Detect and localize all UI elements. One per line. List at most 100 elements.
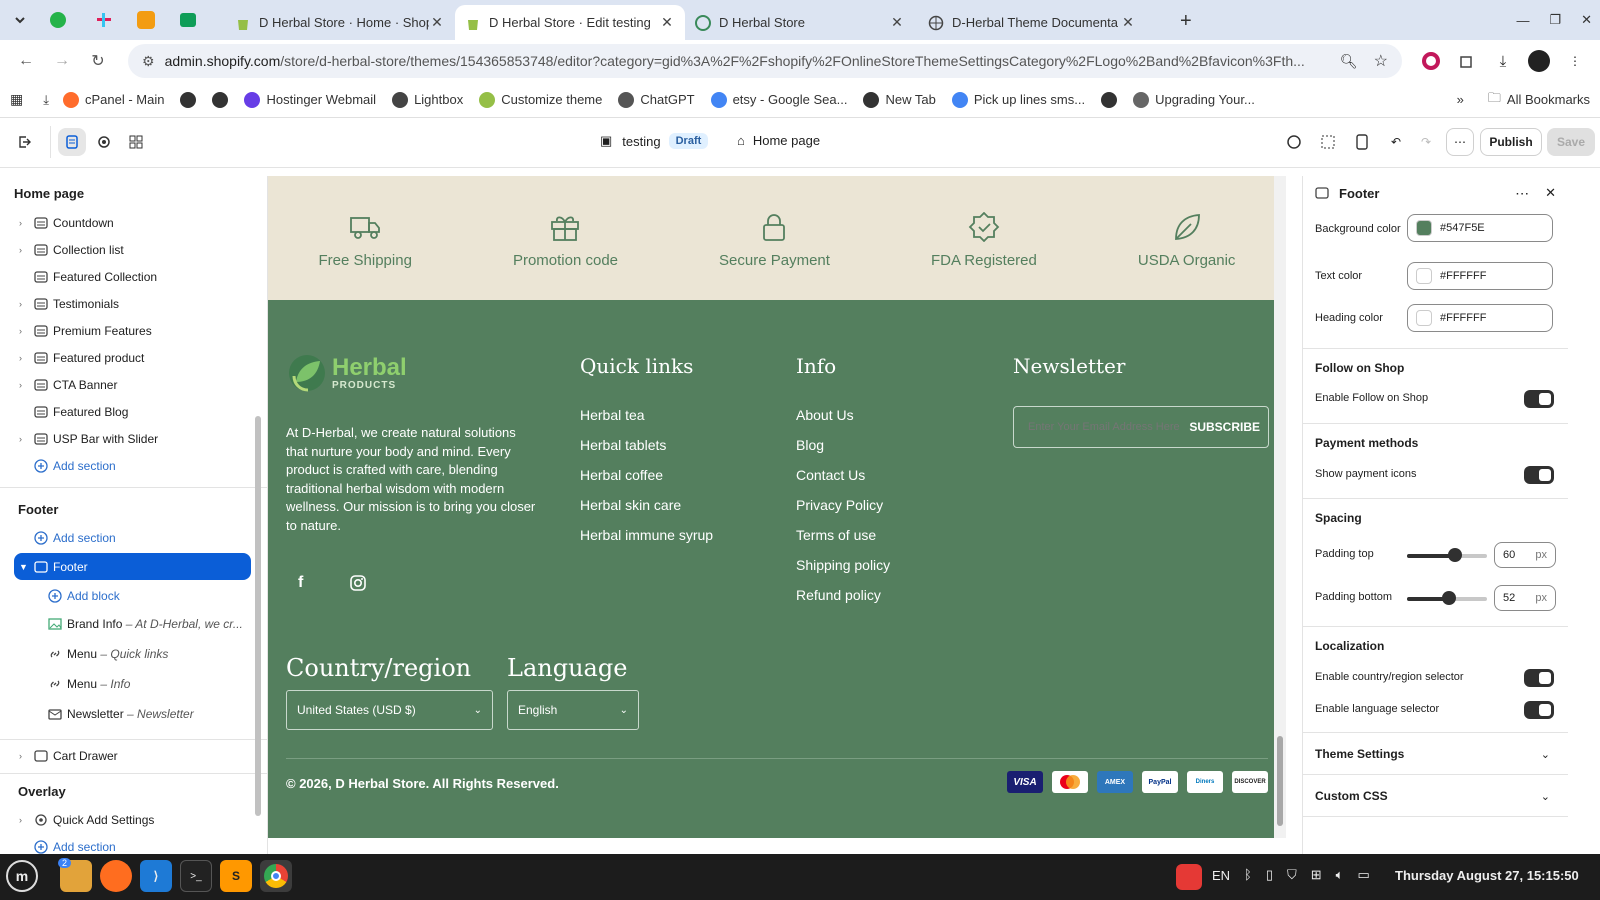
padding-bottom-input[interactable]: 52 px — [1494, 585, 1556, 611]
more-icon[interactable]: ⋯ — [1515, 185, 1529, 202]
mobile-icon[interactable] — [1348, 128, 1376, 156]
close-icon[interactable]: ✕ — [429, 14, 445, 31]
padding-top-slider[interactable] — [1407, 548, 1487, 562]
tab-edit-testing[interactable]: D Herbal Store · Edit testing ✕ — [455, 5, 685, 40]
theme-settings-accordion[interactable]: Theme Settings ⌄ — [1315, 742, 1556, 766]
download-bookmark-icon[interactable]: ⤓ — [43, 92, 49, 108]
address-bar[interactable]: ⚙ admin.shopify.com/store/d-herbal-store… — [128, 44, 1402, 78]
subscribe-button[interactable]: SUBSCRIBE — [1189, 420, 1260, 434]
chevron-right-icon[interactable]: › — [19, 245, 29, 255]
clock[interactable]: Thursday August 27, 15:15:50 — [1395, 868, 1579, 883]
section-item[interactable]: › Collection list — [0, 236, 267, 263]
chevron-down-icon[interactable]: ▼ — [19, 562, 29, 572]
block-item[interactable]: Brand Info – At D-Herbal, we cr... — [0, 609, 267, 639]
apps-icon[interactable]: ▦ — [10, 91, 23, 108]
all-bookmarks-button[interactable]: 🗀 All Bookmarks — [1488, 89, 1590, 111]
redo-icon[interactable]: ↷ — [1412, 128, 1440, 156]
payment-toggle[interactable] — [1524, 466, 1554, 484]
back-icon[interactable]: ← — [10, 45, 42, 77]
vscode-icon[interactable]: ⟩ — [140, 860, 172, 892]
section-quick-add[interactable]: › Quick Add Settings — [0, 806, 267, 833]
tab-search-button[interactable] — [8, 8, 32, 32]
add-section-button[interactable]: Add section — [0, 452, 267, 479]
sublime-icon[interactable]: S — [220, 860, 252, 892]
more-bookmarks-icon[interactable]: » — [1457, 92, 1464, 107]
close-icon[interactable]: ✕ — [1120, 14, 1136, 31]
whatsapp-icon[interactable] — [46, 8, 70, 32]
close-icon[interactable]: ✕ — [889, 14, 905, 31]
color-swatch[interactable] — [1416, 220, 1432, 236]
bg-color-input[interactable]: #547F5E — [1407, 214, 1553, 242]
anydesk-icon[interactable] — [1176, 864, 1202, 890]
block-item[interactable]: Menu – Quick links — [0, 639, 267, 669]
window-close-icon[interactable]: ✕ — [1581, 12, 1592, 28]
reload-icon[interactable]: ↻ — [82, 45, 114, 77]
follow-toggle[interactable] — [1524, 390, 1554, 408]
bookmark-item[interactable]: Customize theme — [479, 91, 602, 108]
section-item[interactable]: Featured Collection — [0, 263, 267, 290]
bookmark-item[interactable] — [1101, 91, 1123, 108]
publish-button[interactable]: Publish — [1480, 128, 1542, 156]
footer-link[interactable]: Herbal skin care — [580, 497, 713, 516]
apps-blocks-icon[interactable] — [122, 128, 150, 156]
bookmark-item[interactable] — [212, 91, 234, 108]
country-selector-toggle[interactable] — [1524, 669, 1554, 687]
instagram-icon[interactable] — [350, 575, 366, 591]
section-item[interactable]: › Countdown — [0, 210, 267, 236]
section-footer[interactable]: ▼ Footer — [14, 553, 251, 580]
left-scrollbar[interactable] — [255, 416, 261, 816]
start-menu-icon[interactable]: m — [6, 860, 38, 892]
zoom-icon[interactable]: 🔍︎ — [1340, 53, 1358, 70]
country-select[interactable]: United States (USD $) ⌄ — [286, 690, 493, 730]
add-footer-section-button[interactable]: Add section — [0, 524, 267, 551]
bookmark-item[interactable] — [180, 91, 202, 108]
terminal-icon[interactable]: >_ — [180, 860, 212, 892]
footer-link[interactable]: About Us — [796, 407, 890, 426]
preview-scrollbar[interactable] — [1274, 176, 1286, 838]
undo-icon[interactable]: ↶ — [1382, 128, 1410, 156]
tab-store-home[interactable]: D Herbal Store · Home · Shop ✕ — [225, 5, 455, 40]
sheets-icon[interactable] — [176, 8, 200, 32]
custom-css-accordion[interactable]: Custom CSS ⌄ — [1315, 784, 1556, 808]
bluetooth-icon[interactable]: ᛒ — [1244, 867, 1252, 883]
volume-icon[interactable]: 🔈︎ — [1336, 867, 1344, 883]
email-input[interactable] — [1028, 421, 1190, 433]
page-selector[interactable]: ⌂ Home page — [737, 133, 820, 148]
chevron-right-icon[interactable]: › — [19, 299, 29, 309]
shield-icon[interactable]: ⛉ — [1287, 867, 1297, 883]
chevron-right-icon[interactable]: › — [19, 434, 29, 444]
footer-link[interactable]: Blog — [796, 437, 890, 456]
color-swatch[interactable] — [1416, 268, 1432, 284]
settings-gear-icon[interactable] — [90, 128, 118, 156]
section-item[interactable]: Featured Blog — [0, 398, 267, 425]
section-item[interactable]: › Testimonials — [0, 290, 267, 317]
footer-link[interactable]: Herbal tablets — [580, 437, 713, 456]
new-tab-button[interactable]: + — [1180, 10, 1192, 33]
block-item[interactable]: Menu – Info — [0, 669, 267, 699]
puzzle-icon[interactable] — [1452, 46, 1482, 76]
bookmark-item[interactable]: Lightbox — [392, 91, 463, 108]
bookmark-star-icon[interactable]: ☆ — [1374, 51, 1388, 71]
tab-d-herbal-store[interactable]: D Herbal Store ✕ — [685, 5, 915, 40]
minimize-icon[interactable]: — — [1516, 13, 1529, 28]
extension-icon[interactable] — [1416, 46, 1446, 76]
heading-color-input[interactable]: #FFFFFF — [1407, 304, 1553, 332]
chevron-right-icon[interactable]: › — [19, 751, 29, 761]
block-item[interactable]: Newsletter – Newsletter — [0, 699, 267, 729]
chrome-icon[interactable] — [260, 860, 292, 892]
keyboard-layout[interactable]: EN — [1212, 868, 1230, 883]
bookmark-item[interactable]: New Tab — [863, 91, 936, 108]
avatar[interactable] — [1524, 46, 1554, 76]
network-icon[interactable]: ⊞ — [1311, 867, 1322, 883]
footer-link[interactable]: Shipping policy — [796, 557, 890, 576]
section-item[interactable]: › USP Bar with Slider — [0, 425, 267, 452]
bookmark-item[interactable]: cPanel - Main — [62, 91, 164, 108]
more-options-icon[interactable]: ⋯ — [1446, 128, 1474, 156]
bookmark-item[interactable]: Pick up lines sms... — [951, 91, 1085, 108]
brand-logo[interactable]: Herbal PRODUCTS — [286, 352, 536, 394]
chevron-right-icon[interactable]: › — [19, 380, 29, 390]
slider-handle[interactable] — [1448, 548, 1462, 562]
chevron-right-icon[interactable]: › — [19, 326, 29, 336]
theme-selector[interactable]: ▣ testing Draft — [600, 133, 709, 149]
trello-icon[interactable] — [134, 8, 158, 32]
